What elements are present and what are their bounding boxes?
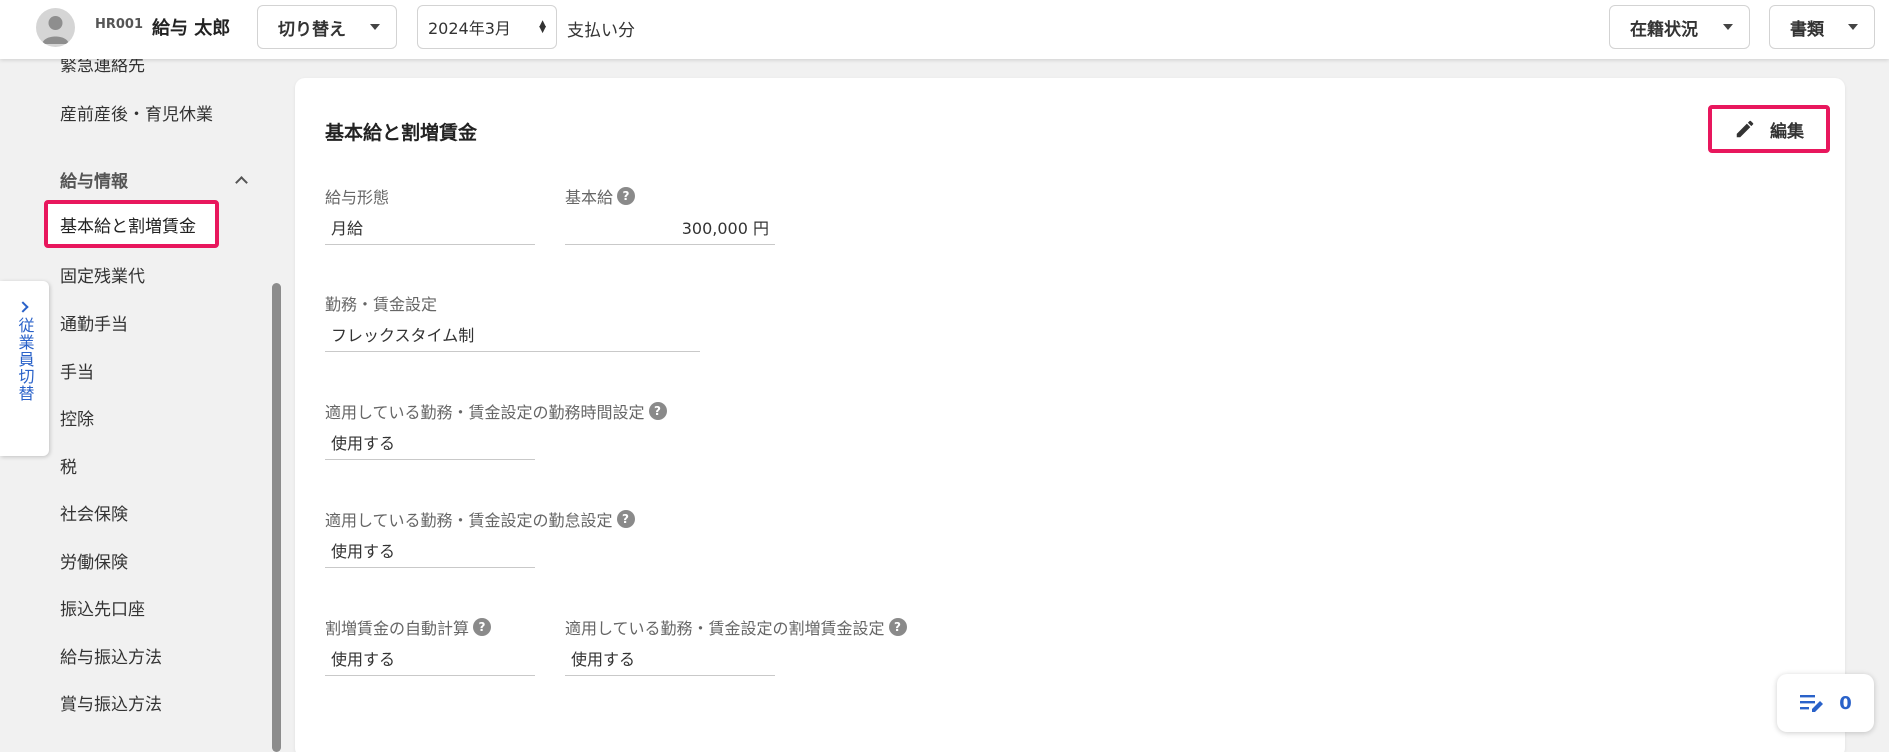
sidebar-item-base-salary[interactable]: 基本給と割増賃金	[44, 200, 219, 248]
attendance-label-text: 適用している勤務・賃金設定の勤怠設定	[325, 511, 613, 530]
edit-button-label: 編集	[1770, 121, 1804, 142]
top-bar: HR001 給与 太郎 切り替え 2024年3月 ▲ ▼ 支払い分 在籍状況 書類	[0, 0, 1889, 59]
sidebar-item-commute-allowance[interactable]: 通勤手当	[60, 310, 128, 335]
switch-button-label: 切り替え	[278, 19, 346, 40]
attendance-value: 使用する	[325, 534, 535, 568]
sidebar-item-allowance[interactable]: 手当	[60, 358, 94, 383]
pay-type-value: 月給	[325, 211, 535, 245]
month-select-value: 2024年3月	[428, 19, 511, 38]
work-hours-label-text: 適用している勤務・賃金設定の勤務時間設定	[325, 403, 645, 422]
select-arrows-icon: ▲ ▼	[539, 19, 546, 35]
employee-switch-label: 従業員切替	[15, 317, 35, 402]
employment-status-button[interactable]: 在籍状況	[1609, 5, 1750, 49]
chevron-right-icon	[17, 301, 29, 313]
employment-status-label: 在籍状況	[1630, 19, 1698, 40]
chevron-up-icon	[235, 175, 248, 189]
caret-down-icon	[1723, 24, 1733, 30]
base-salary-label: 基本給 ?	[565, 184, 636, 208]
sidebar-item-label: 基本給と割増賃金	[60, 216, 196, 237]
employee-code: HR001	[95, 17, 144, 32]
work-setting-label-text: 勤務・賃金設定	[325, 295, 438, 314]
sidebar-item-social-insurance[interactable]: 社会保険	[60, 500, 128, 525]
auto-calc-label-text: 割増賃金の自動計算	[325, 619, 470, 638]
help-icon[interactable]: ?	[648, 402, 667, 420]
edit-button[interactable]: 編集	[1708, 105, 1830, 153]
auto-calc-label: 割増賃金の自動計算 ?	[325, 615, 492, 639]
pay-type-label: 給与形態	[325, 184, 389, 208]
avatar[interactable]	[36, 8, 75, 47]
sidebar-section-label: 給与情報	[60, 172, 128, 192]
employee-switch-tab[interactable]: 従業員切替	[0, 281, 49, 456]
attendance-label: 適用している勤務・賃金設定の勤怠設定 ?	[325, 507, 635, 531]
caret-down-icon	[370, 24, 380, 30]
sidebar-item-fixed-overtime[interactable]: 固定残業代	[60, 262, 145, 287]
pay-period-label: 支払い分	[567, 21, 635, 41]
pencil-icon	[1734, 118, 1756, 140]
base-salary-card: 基本給と割増賃金 編集 給与形態 月給 基本給 ? 300,000 円 勤務・賃…	[295, 78, 1845, 752]
sidebar-scrollbar[interactable]	[272, 283, 281, 752]
documents-button[interactable]: 書類	[1769, 5, 1875, 49]
memo-count: 0	[1839, 692, 1852, 714]
memo-counter-button[interactable]: 0	[1777, 674, 1874, 732]
caret-down-icon	[1848, 24, 1858, 30]
sidebar-item-maternity-leave[interactable]: 産前産後・育児休業	[60, 100, 213, 125]
help-icon[interactable]: ?	[617, 187, 636, 205]
help-icon[interactable]: ?	[616, 510, 635, 528]
switch-button[interactable]: 切り替え	[257, 5, 397, 49]
sidebar-item-deduction[interactable]: 控除	[60, 405, 94, 430]
work-setting-label: 勤務・賃金設定	[325, 291, 437, 315]
sidebar-item-bonus-transfer[interactable]: 賞与振込方法	[60, 690, 162, 715]
premium-setting-value: 使用する	[565, 642, 775, 676]
premium-setting-label: 適用している勤務・賃金設定の割増賃金設定 ?	[565, 615, 907, 639]
help-icon[interactable]: ?	[473, 618, 492, 636]
work-hours-value: 使用する	[325, 426, 535, 460]
work-setting-value: フレックスタイム制	[325, 318, 700, 352]
avatar-icon	[42, 16, 69, 44]
pay-type-label-text: 給与形態	[325, 188, 390, 207]
help-icon[interactable]: ?	[888, 618, 907, 636]
work-hours-label: 適用している勤務・賃金設定の勤務時間設定 ?	[325, 399, 667, 423]
sidebar-item-tax[interactable]: 税	[60, 453, 77, 478]
documents-label: 書類	[1790, 19, 1824, 40]
sidebar-item-labor-insurance[interactable]: 労働保険	[60, 548, 128, 573]
auto-calc-value: 使用する	[325, 642, 535, 676]
base-salary-label-text: 基本給	[565, 188, 614, 207]
premium-setting-label-text: 適用している勤務・賃金設定の割増賃金設定	[565, 619, 885, 638]
month-select[interactable]: 2024年3月 ▲ ▼	[417, 5, 557, 49]
page-title: 基本給と割増賃金	[325, 122, 478, 144]
base-salary-value: 300,000 円	[565, 211, 775, 245]
sidebar-item-salary-transfer[interactable]: 給与振込方法	[60, 643, 162, 668]
sidebar-item-bank-account[interactable]: 振込先口座	[60, 595, 145, 620]
employee-name: 給与 太郎	[152, 18, 231, 39]
list-edit-icon	[1799, 692, 1825, 714]
sidebar-section-payroll[interactable]: 給与情報	[60, 167, 250, 192]
